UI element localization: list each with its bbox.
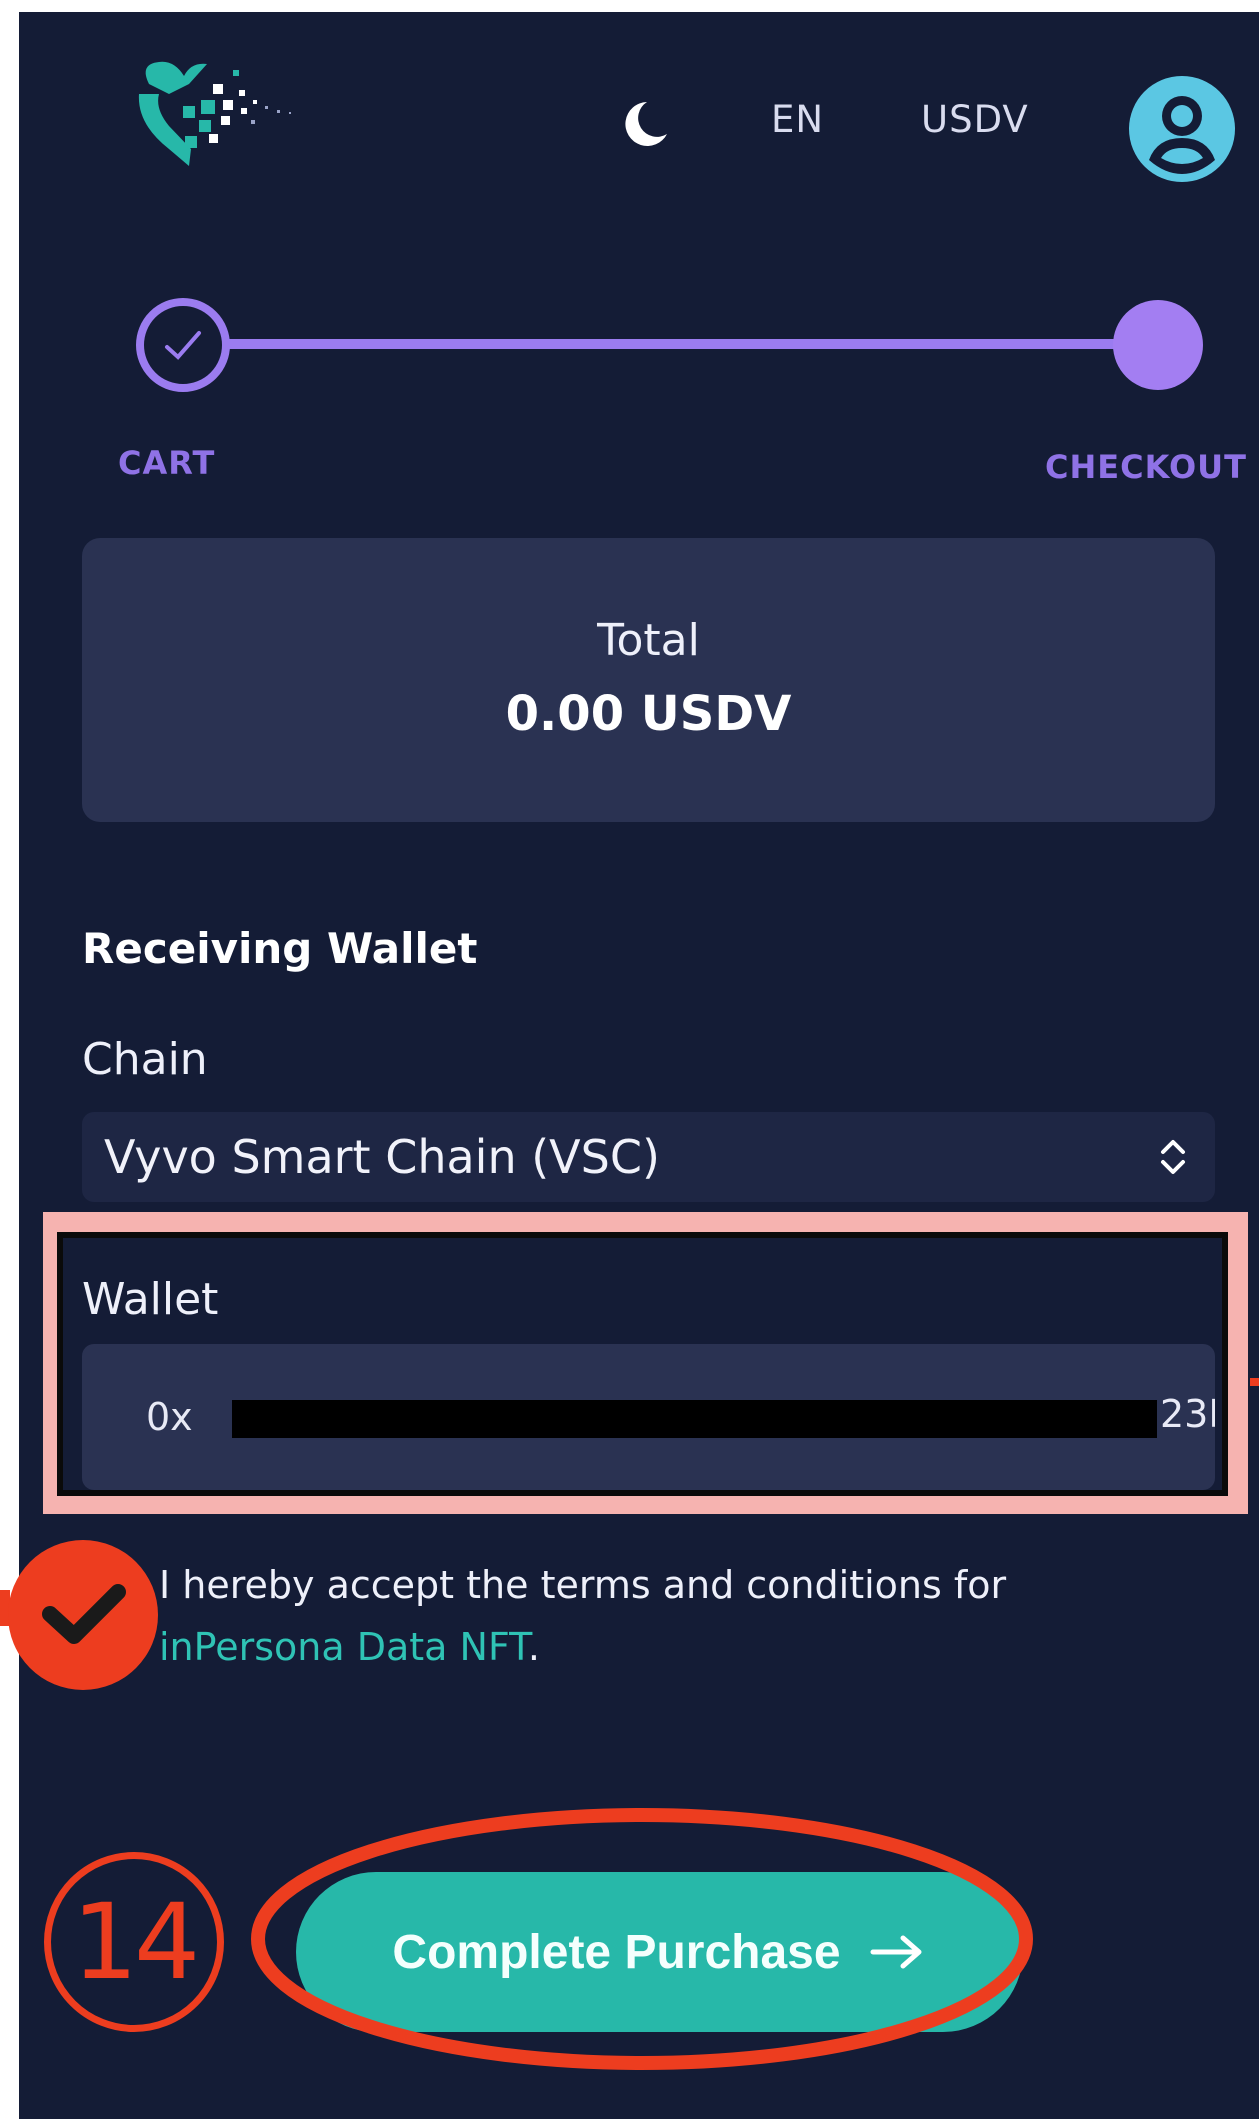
step-checkout-indicator — [1113, 300, 1203, 390]
check-icon — [42, 1584, 126, 1644]
stepper-progress-line — [197, 339, 1137, 349]
check-icon — [165, 331, 201, 360]
terms-text: I hereby accept the terms and conditions… — [159, 1554, 1159, 1678]
terms-period: . — [527, 1625, 540, 1669]
logo-icon[interactable] — [129, 54, 309, 194]
total-card: Total 0.00 USDV — [82, 538, 1215, 822]
currency-selector[interactable]: USDV — [921, 98, 1029, 141]
step-cart-indicator[interactable] — [136, 298, 230, 392]
redaction-bar — [232, 1400, 1157, 1438]
step-checkout-label: CHECKOUT — [1045, 448, 1247, 486]
total-label: Total — [597, 615, 700, 666]
arrow-right-icon — [870, 1935, 922, 1969]
terms-statement: I hereby accept the terms and conditions… — [159, 1563, 1007, 1607]
complete-purchase-label: Complete Purchase — [392, 1925, 841, 1979]
checkout-screen: EN USDV CART CHECKOUT Total 0.00 USDV Re… — [19, 12, 1259, 2119]
chain-label: Chain — [82, 1034, 208, 1085]
annotation-edge-mark — [1250, 1378, 1259, 1386]
wallet-address-suffix: 23F — [1160, 1392, 1215, 1436]
total-value: 0.00 USDV — [505, 686, 792, 742]
terms-link[interactable]: inPersona Data NFT — [159, 1625, 528, 1669]
chain-select-value: Vyvo Smart Chain (VSC) — [104, 1130, 660, 1184]
wallet-label: Wallet — [82, 1274, 219, 1325]
moon-icon[interactable] — [617, 96, 673, 152]
complete-purchase-button[interactable]: Complete Purchase — [296, 1872, 1023, 2032]
checked-badge-icon — [8, 1540, 158, 1690]
language-selector[interactable]: EN — [771, 98, 824, 141]
step-cart-label[interactable]: CART — [118, 444, 215, 482]
wallet-address-field[interactable]: 0x 23F — [82, 1344, 1215, 1490]
chain-select[interactable]: Vyvo Smart Chain (VSC) — [82, 1112, 1215, 1202]
receiving-wallet-title: Receiving Wallet — [82, 924, 478, 973]
user-avatar-icon[interactable] — [1127, 74, 1237, 184]
wallet-address-prefix: 0x — [146, 1395, 193, 1439]
select-arrows-icon — [1161, 1140, 1185, 1174]
step-number-badge: 14 — [44, 1852, 224, 2032]
